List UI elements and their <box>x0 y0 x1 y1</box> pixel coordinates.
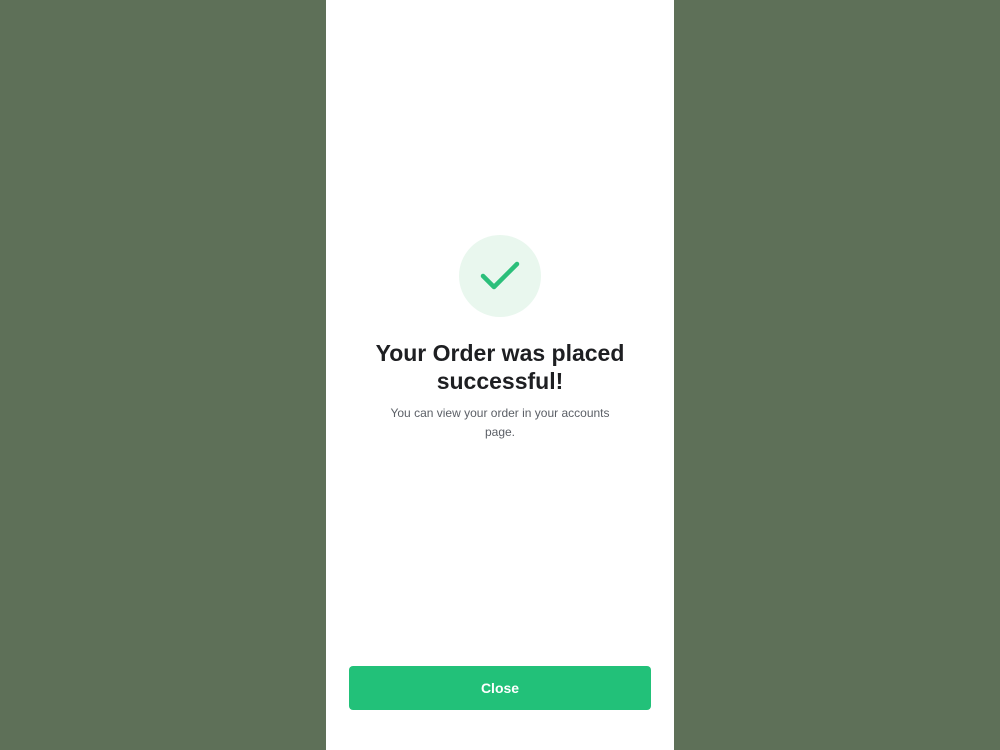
check-icon <box>480 261 520 290</box>
success-badge <box>459 235 541 317</box>
close-button[interactable]: Close <box>349 666 651 710</box>
order-success-screen: Your Order was placed successful! You ca… <box>326 0 674 750</box>
success-message: You can view your order in your accounts… <box>390 406 610 439</box>
success-title: Your Order was placed successful! <box>375 340 625 394</box>
backdrop: Your Order was placed successful! You ca… <box>0 0 1000 750</box>
